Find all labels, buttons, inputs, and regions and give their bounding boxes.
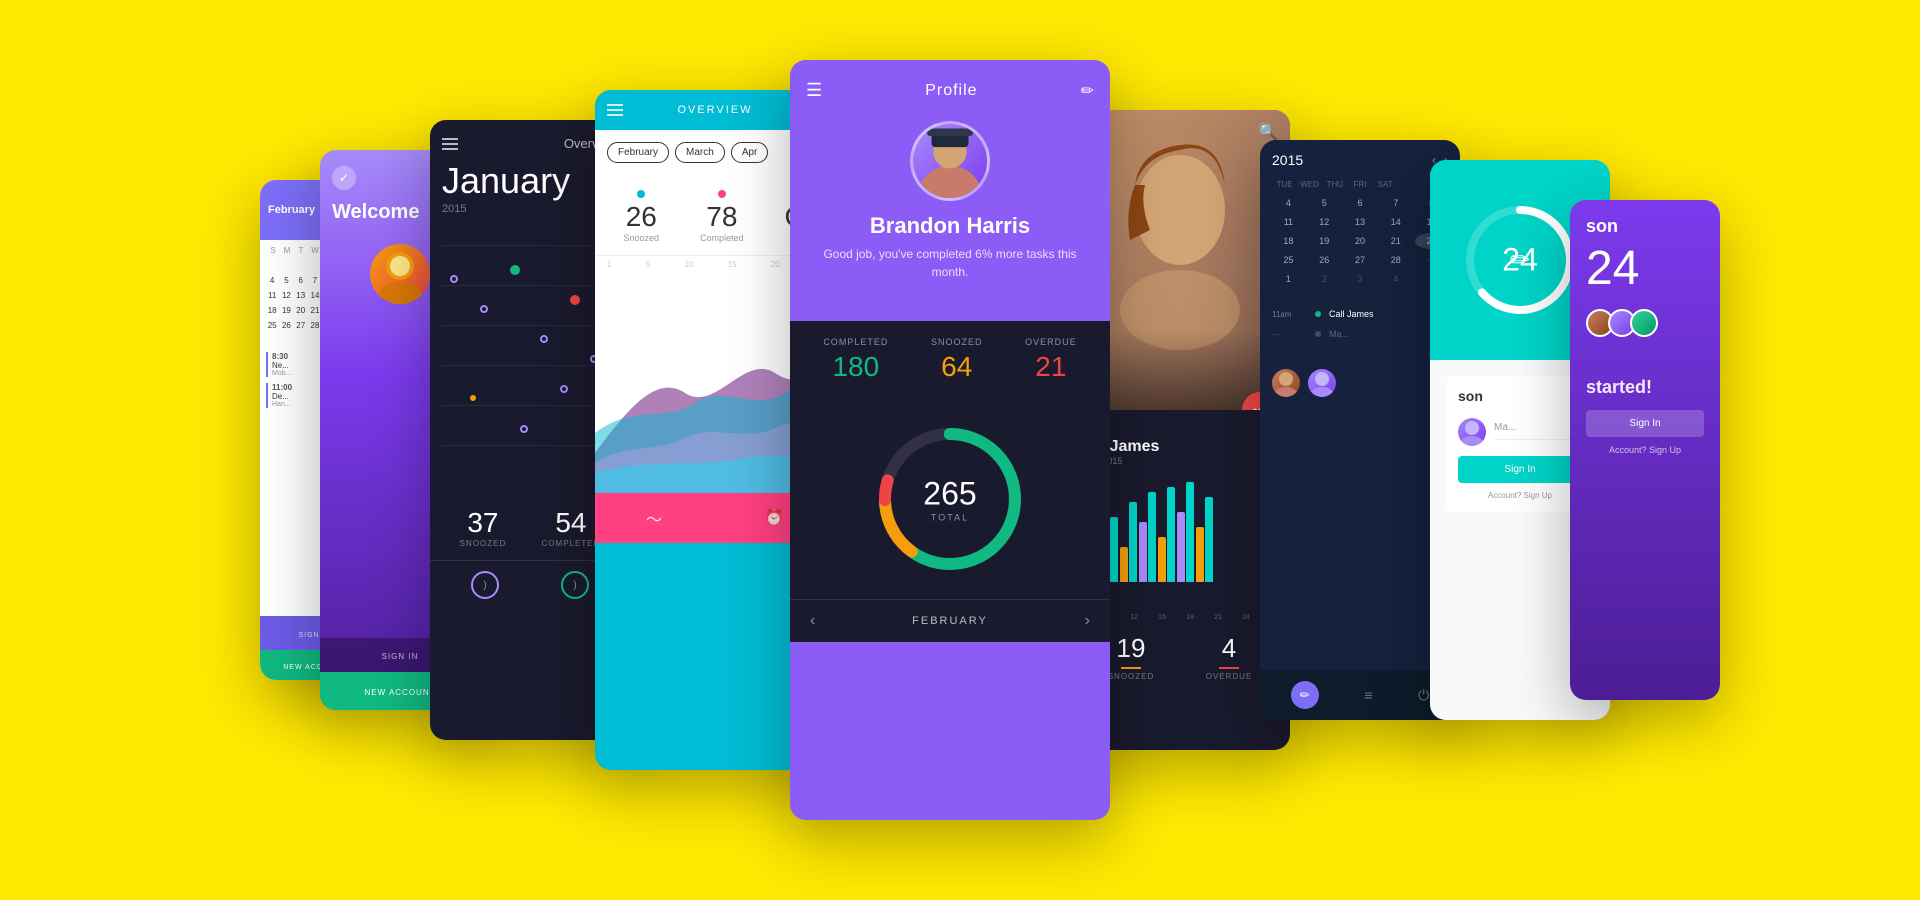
screen3-completed-num: 54 <box>542 507 601 539</box>
screen5-overdue-num: 21 <box>1025 351 1077 383</box>
screen3-snoozed-label: SNOOZED <box>460 539 507 548</box>
screen2-newaccount[interactable]: NEW ACCOUNT <box>365 688 436 697</box>
signup-link[interactable]: Account? Sign Up <box>1586 445 1704 455</box>
screen3-icon-right[interactable]: ) <box>561 571 589 599</box>
screen6-snoozed-label: SNOOZED <box>1108 672 1155 681</box>
hamburger-icon[interactable] <box>442 138 458 150</box>
screen5-snoozed-num: 64 <box>931 351 983 383</box>
tab-april[interactable]: Apr <box>731 142 769 163</box>
avatar-3 <box>1630 309 1658 337</box>
screen1-month: February <box>268 204 315 216</box>
screen9-number: 24 <box>1586 245 1704 293</box>
screen4-title: OVERVIEW <box>677 104 752 116</box>
screen6-name: ble James <box>1082 438 1278 456</box>
screen3-snoozed-num: 37 <box>460 507 507 539</box>
screen6-overdue-label: OVERDUE <box>1206 672 1253 681</box>
screen5-snoozed-stat: SNOOZED 64 <box>931 337 983 383</box>
screen5-top: ☰ Profile ✏ Brandon Harris Good job, you… <box>790 60 1110 321</box>
screen3-icon-left[interactable]: ) <box>471 571 499 599</box>
screen5-month: FEBRUARY <box>912 615 988 627</box>
screen4-hamburger[interactable] <box>607 104 623 116</box>
menu-icon[interactable]: ☰ <box>806 80 822 101</box>
screen9-content: son 24 started! Sign In Account? Sign Up <box>1570 200 1720 471</box>
screen4-completed-label: Completed <box>700 233 744 243</box>
screen5-nav: ☰ Profile ✏ <box>806 80 1094 101</box>
screen5-completed-label: COMPLETED <box>823 337 888 347</box>
screen5-name: Brandon Harris <box>806 213 1094 239</box>
search-icon[interactable]: 🔍 <box>1258 122 1278 142</box>
edit-icon[interactable]: ✏ <box>1081 81 1094 101</box>
screen6-overdue-num: 4 <box>1206 633 1253 664</box>
next-month-button[interactable]: › <box>1085 612 1090 630</box>
screen9-started: started! <box>1586 377 1704 398</box>
username-field[interactable]: Ma... <box>1494 416 1582 440</box>
power-icon[interactable]: ⏻ <box>1418 687 1429 704</box>
login-title: son <box>1458 388 1582 404</box>
event-item-2: — Ma... <box>1272 329 1448 339</box>
screens-container: February SMTWTFS 123 45678910 1112131415… <box>260 60 1660 840</box>
tab-march[interactable]: March <box>675 142 725 163</box>
pencil-icon[interactable]: ✏ <box>1291 681 1319 709</box>
signup-link[interactable]: Account? Sign Up <box>1458 491 1582 500</box>
screen3-completed-label: COMPLETED <box>542 539 601 548</box>
prev-month-button[interactable]: ‹ <box>810 612 815 630</box>
screen4-snoozed-label: Snoozed <box>624 233 660 243</box>
screen8-circle: ✏ 24 <box>1460 200 1580 320</box>
screen5-title: Profile <box>925 82 977 100</box>
screen6-snoozed-num: 19 <box>1108 633 1155 664</box>
wave-icon[interactable]: 〜 <box>646 506 662 530</box>
screen5-desc: Good job, you've completed 6% more tasks… <box>806 245 1094 281</box>
screen5-snoozed-label: SNOOZED <box>931 337 983 347</box>
screen9-title: son <box>1586 216 1704 237</box>
screen2-signin[interactable]: SIGN IN <box>382 652 419 661</box>
signin-button[interactable]: Sign In <box>1458 456 1582 483</box>
signin-button[interactable]: Sign In <box>1586 410 1704 437</box>
screen5-completed-stat: COMPLETED 180 <box>823 337 888 383</box>
screen5-avatar <box>910 121 990 201</box>
screen5-circle-chart: 265 TOTAL <box>790 399 1110 599</box>
tab-february[interactable]: February <box>607 142 669 163</box>
screen5-completed-num: 180 <box>823 351 888 383</box>
screen6-date: Y 2015 <box>1082 456 1278 466</box>
screen7-year: 2015 <box>1272 152 1303 168</box>
screen5-overdue-label: OVERDUE <box>1025 337 1077 347</box>
screen5-stats-row: COMPLETED 180 SNOOZED 64 OVERDUE 21 <box>790 321 1110 399</box>
screen2-check-icon: ✓ <box>332 166 356 190</box>
list-icon[interactable]: ≡ <box>1364 687 1372 703</box>
screen5-footer: ‹ FEBRUARY › <box>790 599 1110 642</box>
screen-profile-center: ☰ Profile ✏ Brandon Harris Good job, you… <box>790 60 1110 820</box>
clock-icon[interactable]: ⏰ <box>764 508 784 528</box>
screen4-completed-num: 78 <box>700 201 744 233</box>
screen8-number: 24 <box>1502 242 1538 279</box>
event-item-1: 11am Call James <box>1272 309 1448 319</box>
screen5-total-label: TOTAL <box>923 513 976 523</box>
screen5-overdue-stat: OVERDUE 21 <box>1025 337 1077 383</box>
screen4-snoozed-num: 26 <box>624 201 660 233</box>
screen-purple-right: son 24 started! Sign In Account? Sign Up <box>1570 200 1720 700</box>
screen5-total-num: 265 <box>923 476 976 513</box>
screen2-photo <box>370 244 430 304</box>
